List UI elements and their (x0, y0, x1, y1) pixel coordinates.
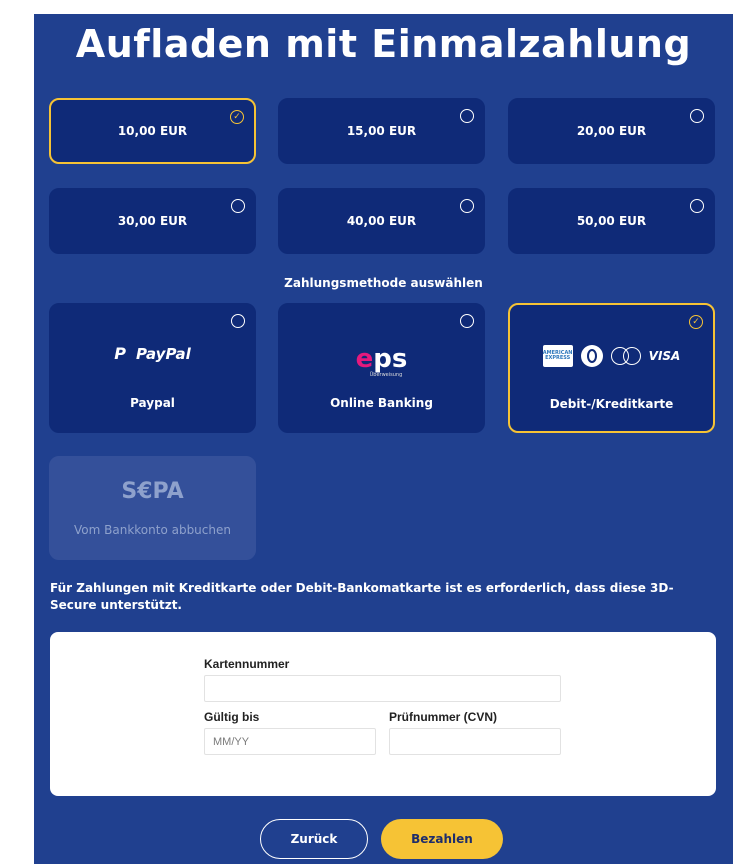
amount-tile-30[interactable]: 30,00 EUR (49, 188, 256, 254)
card-logos-icon: AMERICAN EXPRESS VISA (510, 345, 713, 367)
back-button[interactable]: Zurück (260, 819, 368, 859)
radio-unchecked-icon (690, 109, 704, 123)
valid-until-label: Gültig bis (204, 710, 260, 724)
radio-checked-icon: ✓ (230, 110, 244, 124)
method-label: Vom Bankkonto abbuchen (74, 523, 231, 537)
method-tile-online-banking[interactable]: eps Überweisung Online Banking (278, 303, 485, 433)
amount-tile-10[interactable]: 10,00 EUR ✓ (49, 98, 256, 164)
amount-tile-40[interactable]: 40,00 EUR (278, 188, 485, 254)
card-form: Kartennummer Gültig bis Prüfnummer (CVN) (50, 632, 716, 796)
3d-secure-note: Für Zahlungen mit Kreditkarte oder Debit… (50, 581, 674, 612)
radio-unchecked-icon (460, 109, 474, 123)
radio-unchecked-icon (460, 314, 474, 328)
cvn-input[interactable] (389, 728, 561, 755)
amount-label: 10,00 EUR (117, 124, 188, 138)
amount-tile-15[interactable]: 15,00 EUR (278, 98, 485, 164)
card-number-label: Kartennummer (204, 657, 290, 671)
page-title: Aufladen mit Einmalzahlung (75, 22, 692, 66)
amount-tile-20[interactable]: 20,00 EUR (508, 98, 715, 164)
amount-label: 30,00 EUR (117, 214, 188, 228)
amex-icon: AMERICAN EXPRESS (542, 345, 573, 367)
radio-unchecked-icon (690, 199, 704, 213)
cvn-label: Prüfnummer (CVN) (389, 710, 498, 724)
method-tile-sepa[interactable]: S€PA Vom Bankkonto abbuchen (49, 456, 256, 560)
amount-label: 50,00 EUR (576, 214, 647, 228)
amount-label: 40,00 EUR (346, 214, 417, 228)
method-label: Paypal (130, 396, 175, 410)
radio-unchecked-icon (460, 199, 474, 213)
amount-label: 15,00 EUR (346, 124, 417, 138)
visa-icon: VISA (648, 349, 681, 363)
amount-label: 20,00 EUR (576, 124, 647, 138)
card-number-input[interactable] (204, 675, 561, 702)
radio-unchecked-icon (231, 199, 245, 213)
sepa-logo-icon: S€PA (121, 479, 184, 504)
eps-logo-icon: eps Überweisung (355, 344, 408, 378)
mastercard-icon (610, 345, 641, 367)
paypal-logo-icon: P PayPal (114, 344, 191, 363)
valid-until-input[interactable] (204, 728, 376, 755)
method-label: Debit-/Kreditkarte (549, 397, 674, 411)
diners-club-icon (580, 345, 603, 367)
pay-button[interactable]: Bezahlen (381, 819, 503, 859)
radio-unchecked-icon (231, 314, 245, 328)
payment-method-heading: Zahlungsmethode auswählen (284, 276, 483, 290)
method-tile-card[interactable]: ✓ AMERICAN EXPRESS VISA Debit-/Kreditkar… (508, 303, 715, 433)
radio-checked-icon: ✓ (689, 315, 703, 329)
amount-tile-50[interactable]: 50,00 EUR (508, 188, 715, 254)
method-label: Online Banking (330, 396, 433, 410)
method-tile-paypal[interactable]: P PayPal Paypal (49, 303, 256, 433)
